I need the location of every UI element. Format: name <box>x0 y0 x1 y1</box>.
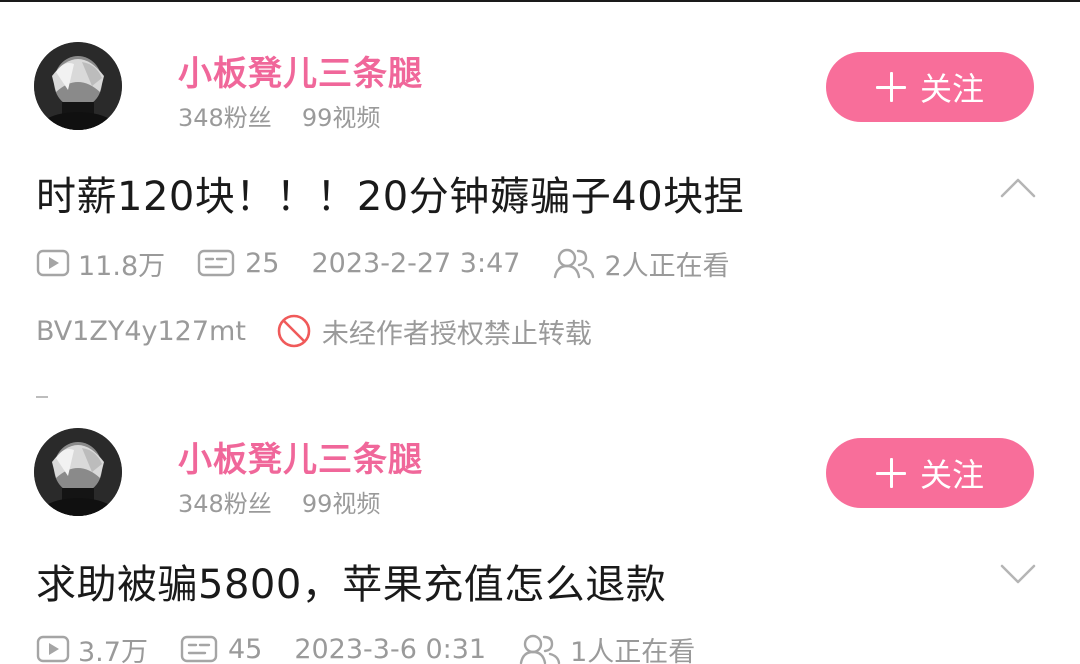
danmaku-count: 45 <box>180 634 262 664</box>
view-count-text: 11.8万 <box>78 250 166 282</box>
copyright-text: 未经作者授权禁止转载 <box>321 318 592 350</box>
danmaku-icon <box>197 249 235 277</box>
bv-row: BV1ZY4y127mt 未经作者授权禁止转载 <box>36 311 592 351</box>
avatar[interactable] <box>34 42 122 130</box>
plus-icon <box>875 72 906 102</box>
people-icon <box>519 634 561 664</box>
author-name[interactable]: 小板凳儿三条腿 <box>178 432 423 481</box>
bv-id[interactable]: BV1ZY4y127mt <box>36 316 246 347</box>
view-count-text: 3.7万 <box>78 636 148 664</box>
watching-now-text: 2人正在看 <box>604 250 730 282</box>
danmaku-icon <box>180 635 218 663</box>
chevron-up-icon[interactable] <box>998 168 1038 208</box>
copyright-notice: 未经作者授权禁止转载 <box>276 312 592 351</box>
follow-button[interactable]: 关注 <box>826 52 1034 122</box>
author-name[interactable]: 小板凳儿三条腿 <box>178 46 423 95</box>
view-count: 11.8万 <box>36 244 165 283</box>
publish-date: 2023-3-6 0:31 <box>294 633 487 664</box>
divider-mark <box>36 396 48 398</box>
video-detail-page: 小板凳儿三条腿 348粉丝 99视频 关注 时薪120块！！！20分钟薅骗子40块… <box>0 0 1080 664</box>
video-count: 99视频 <box>301 490 381 518</box>
fans-count: 348粉丝 <box>178 490 272 518</box>
danmaku-count-text: 45 <box>227 633 263 664</box>
follow-button[interactable]: 关注 <box>826 438 1034 508</box>
watching-now-text: 1人正在看 <box>570 636 696 664</box>
view-count: 3.7万 <box>36 630 148 664</box>
play-count-icon <box>36 249 70 277</box>
video-title: 时薪120块！！！20分钟薅骗子40块捏 <box>36 174 745 220</box>
danmaku-count: 25 <box>197 248 279 279</box>
danmaku-count-text: 25 <box>245 247 280 279</box>
top-divider <box>0 0 1080 2</box>
video-meta: 3.7万 45 2023-3-6 0:31 1人正在看 <box>36 629 727 664</box>
fans-count: 348粉丝 <box>178 104 272 132</box>
author-stats: 348粉丝 99视频 <box>178 484 380 519</box>
follow-label: 关注 <box>919 456 984 494</box>
video-count: 99视频 <box>301 104 381 132</box>
plus-icon <box>875 458 906 488</box>
publish-date: 2023-2-27 3:47 <box>311 247 521 279</box>
video-meta: 11.8万 25 2023-2-27 3:47 2人正在看 <box>36 243 762 283</box>
avatar[interactable] <box>34 428 122 516</box>
video-title: 求助被骗5800，苹果充值怎么退款 <box>36 562 667 608</box>
author-stats: 348粉丝 99视频 <box>178 98 380 133</box>
chevron-down-icon[interactable] <box>998 554 1038 594</box>
people-icon <box>554 248 595 279</box>
play-count-icon <box>36 635 70 663</box>
follow-label: 关注 <box>919 70 984 108</box>
forbidden-icon <box>277 314 311 348</box>
watching-now: 1人正在看 <box>518 630 695 664</box>
watching-now: 2人正在看 <box>552 244 730 283</box>
